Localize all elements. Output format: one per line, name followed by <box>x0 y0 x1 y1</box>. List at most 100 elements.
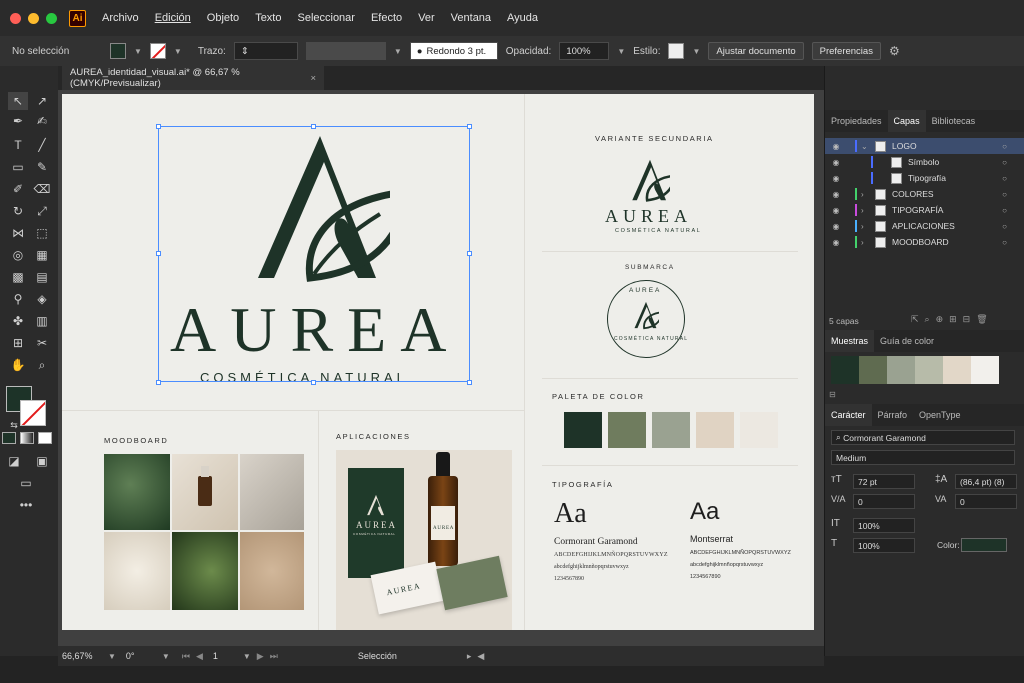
menu-efecto[interactable]: Efecto <box>371 12 402 24</box>
resize-handle[interactable] <box>156 380 161 385</box>
swatch[interactable] <box>859 356 887 384</box>
chevron-down-icon[interactable]: ▼ <box>134 47 142 56</box>
pen-tool-icon[interactable]: ✒ <box>8 112 28 130</box>
visibility-eye-icon[interactable]: ◉ <box>829 142 843 151</box>
tab-guia-de-color[interactable]: Guía de color <box>874 330 940 352</box>
layer-row[interactable]: ◉ › TIPOGRAFÍA ○ <box>825 202 1024 218</box>
chevron-down-icon[interactable]: ▼ <box>243 652 251 661</box>
horizontal-scale-field[interactable]: 100% <box>853 538 915 553</box>
visibility-eye-icon[interactable]: ◉ <box>829 158 843 167</box>
swatch[interactable] <box>831 356 859 384</box>
visibility-eye-icon[interactable]: ◉ <box>829 190 843 199</box>
layer-row[interactable]: ◉ › APLICACIONES ○ <box>825 218 1024 234</box>
stroke-weight-field[interactable]: ⇕ <box>233 42 298 60</box>
last-artboard-icon[interactable]: ⏭ <box>270 651 278 662</box>
layer-row[interactable]: ◉ Tipografía ○ <box>825 170 1024 186</box>
chevron-down-icon[interactable]: ▼ <box>174 47 182 56</box>
chevron-down-icon[interactable]: ▼ <box>162 652 170 661</box>
close-icon[interactable]: × <box>310 73 316 84</box>
artboard-number[interactable]: 1 <box>213 651 243 661</box>
swatch[interactable] <box>971 356 999 384</box>
opacity-field[interactable]: 100% <box>559 42 610 60</box>
selection-bounding-box[interactable] <box>158 126 470 382</box>
swatch[interactable] <box>943 356 971 384</box>
arrange-icon[interactable]: ⚙ <box>889 44 900 58</box>
gradient-tool-icon[interactable]: ▤ <box>32 268 52 286</box>
free-transform-tool-icon[interactable]: ⬚ <box>32 224 52 242</box>
preferences-button[interactable]: Preferencias <box>811 42 881 60</box>
menu-ayuda[interactable]: Ayuda <box>507 12 538 24</box>
rotate-tool-icon[interactable]: ↻ <box>8 202 28 220</box>
menu-seleccionar[interactable]: Seleccionar <box>297 12 354 24</box>
eyedropper-tool-icon[interactable]: ⚲ <box>8 290 28 308</box>
expand-toggle-icon[interactable]: › <box>861 206 869 215</box>
target-circle-icon[interactable]: ○ <box>1002 142 1007 151</box>
expand-toggle-icon[interactable]: › <box>861 238 869 247</box>
next-artboard-icon[interactable]: ▶ <box>257 651 264 662</box>
palette-swatch[interactable] <box>696 412 734 448</box>
menu-ventana[interactable]: Ventana <box>451 12 491 24</box>
layer-row[interactable]: ◉ Símbolo ○ <box>825 154 1024 170</box>
canvas-area[interactable]: AUREA COSMÉTICA NATURAL VARIANTE SECUNDA… <box>58 90 824 646</box>
menu-edicion[interactable]: Edición <box>155 12 191 24</box>
adjust-document-button[interactable]: Ajustar documento <box>708 42 804 60</box>
expand-toggle-icon[interactable]: › <box>861 222 869 231</box>
hand-tool-icon[interactable]: ✋ <box>8 356 28 374</box>
minimize-window-button[interactable] <box>28 12 39 24</box>
target-circle-icon[interactable]: ○ <box>1002 222 1007 231</box>
symbol-sprayer-tool-icon[interactable]: ✤ <box>8 312 28 330</box>
kerning-field[interactable]: 0 <box>853 494 915 509</box>
menu-objeto[interactable]: Objeto <box>207 12 239 24</box>
shaper-tool-icon[interactable]: ✐ <box>8 180 28 198</box>
resize-handle[interactable] <box>467 124 472 129</box>
selection-tool-icon[interactable]: ↖ <box>8 92 28 110</box>
tab-muestras[interactable]: Muestras <box>825 330 875 352</box>
screen-mode-icon[interactable]: ▣ <box>32 452 52 470</box>
layer-row[interactable]: ◉ › COLORES ○ <box>825 186 1024 202</box>
swatch-library-icon[interactable]: ⊟ <box>829 390 836 399</box>
target-circle-icon[interactable]: ○ <box>1002 206 1007 215</box>
visibility-eye-icon[interactable]: ◉ <box>829 174 843 183</box>
target-circle-icon[interactable]: ○ <box>1002 158 1007 167</box>
tab-capas[interactable]: Capas <box>887 110 926 132</box>
artboard-tool-icon[interactable]: ⊞ <box>8 334 28 352</box>
draw-mode-icon[interactable]: ◪ <box>4 452 24 470</box>
target-circle-icon[interactable]: ○ <box>1002 174 1007 183</box>
zoom-tool-icon[interactable]: ⌕ <box>32 356 52 374</box>
chevron-down-icon[interactable]: ▼ <box>108 652 116 661</box>
color-mode-icon[interactable] <box>2 432 16 444</box>
tracking-field[interactable]: 0 <box>955 494 1017 509</box>
visibility-eye-icon[interactable]: ◉ <box>829 238 843 247</box>
slice-tool-icon[interactable]: ✂ <box>32 334 52 352</box>
swatch[interactable] <box>915 356 943 384</box>
blend-tool-icon[interactable]: ◈ <box>32 290 52 308</box>
resize-handle[interactable] <box>467 380 472 385</box>
document-tab[interactable]: AUREA_identidad_visual.ai* @ 66,67 % (CM… <box>62 66 324 90</box>
first-artboard-icon[interactable]: ⏮ <box>182 651 190 662</box>
line-tool-icon[interactable]: ╱ <box>32 136 52 154</box>
visibility-eye-icon[interactable]: ◉ <box>829 206 843 215</box>
previous-artboard-icon[interactable]: ◀ <box>196 651 203 662</box>
expand-toggle-icon[interactable]: ⌄ <box>861 142 869 151</box>
variable-width-dropdown[interactable] <box>305 42 386 60</box>
palette-swatch[interactable] <box>740 412 778 448</box>
direct-selection-tool-icon[interactable]: ↗ <box>32 92 52 110</box>
type-tool-icon[interactable]: T <box>8 136 28 154</box>
resize-handle[interactable] <box>467 251 472 256</box>
tab-propiedades[interactable]: Propiedades <box>825 110 888 132</box>
width-tool-icon[interactable]: ⋈ <box>8 224 28 242</box>
layer-row[interactable]: ◉ ⌄ LOGO ○ <box>825 138 1024 154</box>
layer-row[interactable]: ◉ › MOODBOARD ○ <box>825 234 1024 250</box>
rotation-value[interactable]: 0° <box>126 651 162 661</box>
edit-toolbar-icon[interactable]: ▭ <box>16 474 36 492</box>
status-scroll-icon[interactable]: ◀ <box>477 651 484 662</box>
none-mode-icon[interactable] <box>38 432 52 444</box>
more-tools-icon[interactable]: ••• <box>16 496 36 514</box>
visibility-eye-icon[interactable]: ◉ <box>829 222 843 231</box>
zoom-level[interactable]: 66,67% <box>62 651 108 661</box>
menu-ver[interactable]: Ver <box>418 12 435 24</box>
tab-parrafo[interactable]: Párrafo <box>872 404 914 426</box>
eraser-tool-icon[interactable]: ⌫ <box>32 180 52 198</box>
chevron-down-icon[interactable]: ▼ <box>617 47 625 56</box>
menu-texto[interactable]: Texto <box>255 12 281 24</box>
